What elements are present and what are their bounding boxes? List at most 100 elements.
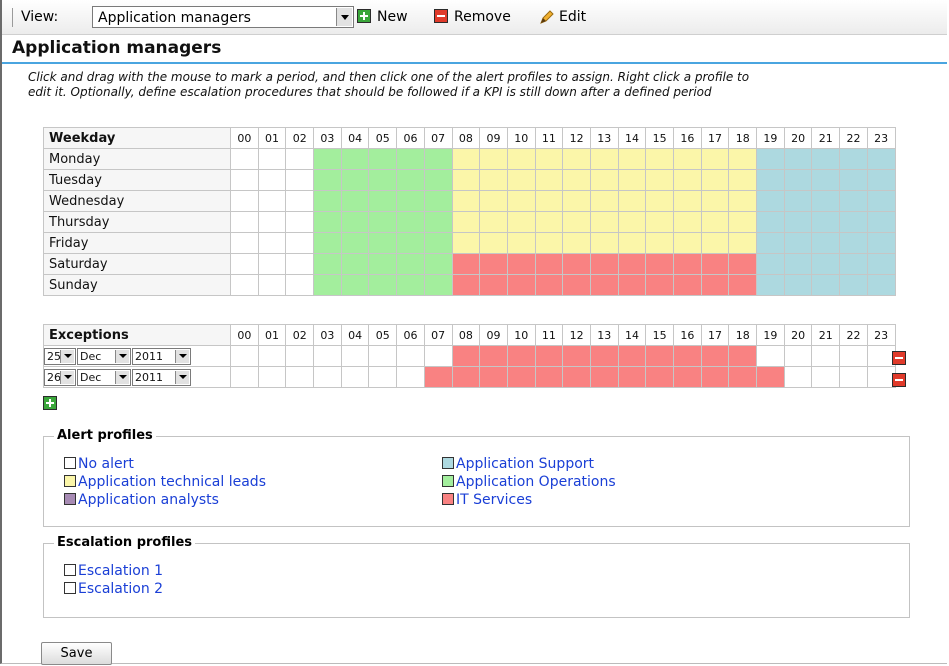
schedule-cell[interactable] <box>562 148 591 170</box>
schedule-cell[interactable] <box>673 232 702 254</box>
schedule-cell[interactable] <box>562 366 591 388</box>
schedule-cell[interactable] <box>673 274 702 296</box>
schedule-cell[interactable] <box>257 169 287 191</box>
schedule-cell[interactable] <box>340 148 370 170</box>
schedule-cell[interactable] <box>645 253 674 275</box>
schedule-cell[interactable] <box>617 253 647 275</box>
schedule-cell[interactable] <box>313 190 342 212</box>
schedule-cell[interactable] <box>396 345 425 367</box>
schedule-cell[interactable] <box>700 274 730 296</box>
schedule-cell[interactable] <box>562 169 591 191</box>
chevron-down-icon[interactable] <box>336 8 352 26</box>
alert-profile-item[interactable]: Application technical leads <box>64 474 266 490</box>
schedule-cell[interactable] <box>423 366 453 388</box>
schedule-cell[interactable] <box>423 345 453 367</box>
schedule-cell[interactable] <box>756 148 785 170</box>
day-select[interactable]: 26 <box>44 368 76 386</box>
schedule-cell[interactable] <box>728 274 758 296</box>
schedule-cell[interactable] <box>368 253 398 275</box>
schedule-cell[interactable] <box>562 232 591 254</box>
schedule-cell[interactable] <box>340 169 370 191</box>
schedule-cell[interactable] <box>562 211 591 233</box>
schedule-cell[interactable] <box>700 169 730 191</box>
schedule-cell[interactable] <box>257 345 287 367</box>
schedule-cell[interactable] <box>756 253 785 275</box>
schedule-cell[interactable] <box>839 169 868 191</box>
schedule-cell[interactable] <box>811 232 841 254</box>
schedule-cell[interactable] <box>562 190 591 212</box>
schedule-cell[interactable] <box>396 253 425 275</box>
alert-profile-item[interactable]: Application analysts <box>64 492 219 508</box>
schedule-cell[interactable] <box>396 190 425 212</box>
escalation-profile-item[interactable]: Escalation 2 <box>64 581 163 597</box>
schedule-cell[interactable] <box>230 169 259 191</box>
schedule-cell[interactable] <box>257 190 287 212</box>
schedule-cell[interactable] <box>340 274 370 296</box>
schedule-cell[interactable] <box>479 190 508 212</box>
schedule-cell[interactable] <box>257 274 287 296</box>
schedule-cell[interactable] <box>230 148 259 170</box>
schedule-cell[interactable] <box>368 232 398 254</box>
schedule-cell[interactable] <box>866 190 896 212</box>
schedule-cell[interactable] <box>839 345 868 367</box>
schedule-cell[interactable] <box>728 232 758 254</box>
schedule-cell[interactable] <box>257 253 287 275</box>
schedule-cell[interactable] <box>230 253 259 275</box>
schedule-cell[interactable] <box>700 211 730 233</box>
schedule-cell[interactable] <box>285 366 315 388</box>
chevron-down-icon[interactable] <box>60 370 74 384</box>
schedule-cell[interactable] <box>673 190 702 212</box>
exceptions-schedule-grid[interactable]: Exceptions 00 01 02 03 04 05 06 07 08 09 10 11 12 13 14… <box>43 324 896 388</box>
schedule-cell[interactable] <box>589 345 619 367</box>
schedule-cell[interactable] <box>534 232 564 254</box>
schedule-cell[interactable] <box>589 211 619 233</box>
schedule-cell[interactable] <box>673 148 702 170</box>
schedule-cell[interactable] <box>756 232 785 254</box>
schedule-cell[interactable] <box>811 274 841 296</box>
alert-profile-item[interactable]: IT Services <box>442 492 532 508</box>
schedule-cell[interactable] <box>451 232 481 254</box>
schedule-cell[interactable] <box>756 190 785 212</box>
schedule-cell[interactable] <box>479 345 508 367</box>
schedule-cell[interactable] <box>479 148 508 170</box>
day-select[interactable]: 25 <box>44 347 76 365</box>
schedule-cell[interactable] <box>645 169 674 191</box>
month-select[interactable]: Dec <box>77 368 131 386</box>
schedule-cell[interactable] <box>285 232 315 254</box>
schedule-cell[interactable] <box>534 366 564 388</box>
alert-profile-item[interactable]: Application Support <box>442 456 594 472</box>
schedule-cell[interactable] <box>313 274 342 296</box>
schedule-cell[interactable] <box>451 148 481 170</box>
schedule-cell[interactable] <box>506 190 536 212</box>
schedule-cell[interactable] <box>423 148 453 170</box>
schedule-cell[interactable] <box>783 232 813 254</box>
schedule-cell[interactable] <box>673 253 702 275</box>
schedule-cell[interactable] <box>783 274 813 296</box>
schedule-cell[interactable] <box>728 253 758 275</box>
schedule-cell[interactable] <box>506 345 536 367</box>
schedule-cell[interactable] <box>589 366 619 388</box>
schedule-cell[interactable] <box>700 253 730 275</box>
schedule-cell[interactable] <box>313 148 342 170</box>
schedule-cell[interactable] <box>811 253 841 275</box>
view-select[interactable]: Application managers <box>92 6 354 28</box>
schedule-cell[interactable] <box>756 345 785 367</box>
save-button[interactable]: Save <box>41 642 112 665</box>
schedule-cell[interactable] <box>866 366 896 388</box>
schedule-cell[interactable] <box>617 232 647 254</box>
schedule-cell[interactable] <box>700 148 730 170</box>
schedule-cell[interactable] <box>783 211 813 233</box>
schedule-cell[interactable] <box>562 345 591 367</box>
schedule-cell[interactable] <box>783 190 813 212</box>
chevron-down-icon[interactable] <box>175 370 189 384</box>
schedule-cell[interactable] <box>340 211 370 233</box>
schedule-cell[interactable] <box>700 366 730 388</box>
schedule-cell[interactable] <box>783 345 813 367</box>
schedule-cell[interactable] <box>423 253 453 275</box>
schedule-cell[interactable] <box>756 274 785 296</box>
schedule-cell[interactable] <box>562 253 591 275</box>
schedule-cell[interactable] <box>534 169 564 191</box>
schedule-cell[interactable] <box>340 253 370 275</box>
schedule-cell[interactable] <box>756 211 785 233</box>
schedule-cell[interactable] <box>257 366 287 388</box>
